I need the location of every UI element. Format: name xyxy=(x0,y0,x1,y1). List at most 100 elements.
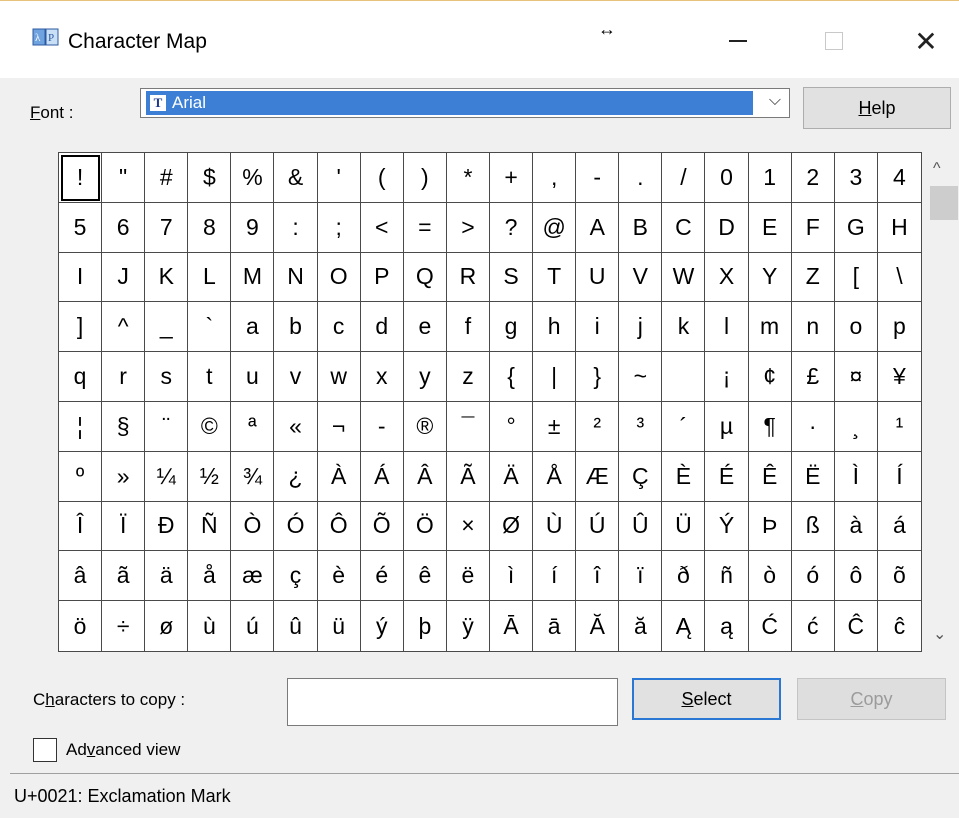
character-cell[interactable]: * xyxy=(446,153,490,203)
character-cell[interactable]: ½ xyxy=(188,451,232,502)
character-cell[interactable]: é xyxy=(360,551,404,602)
character-cell[interactable]: . xyxy=(619,153,663,203)
grid-scrollbar[interactable] xyxy=(929,152,959,652)
character-cell[interactable]: P xyxy=(360,252,404,303)
character-cell[interactable]: ß xyxy=(791,501,835,552)
character-cell[interactable]: « xyxy=(274,401,318,452)
character-cell[interactable]: > xyxy=(446,202,490,253)
character-cell[interactable]: \ xyxy=(877,253,921,303)
character-cell[interactable]: ¶ xyxy=(748,401,792,452)
character-cell[interactable]: N xyxy=(274,252,318,303)
character-cell[interactable]: ¦ xyxy=(59,401,103,452)
close-button[interactable]: ✕ xyxy=(896,19,956,63)
advanced-view-label[interactable]: Advanced view xyxy=(66,740,180,760)
character-cell[interactable]: k xyxy=(662,302,706,353)
character-cell[interactable]: m xyxy=(748,302,792,353)
character-cell[interactable]: ă xyxy=(619,601,663,651)
character-cell[interactable]: ý xyxy=(361,601,404,651)
character-cell[interactable]: + xyxy=(489,153,534,203)
character-cell[interactable]: x xyxy=(360,352,404,402)
character-cell[interactable]: þ xyxy=(404,601,447,651)
character-cell[interactable]: Ú xyxy=(576,501,620,552)
character-cell[interactable]: 2 xyxy=(791,153,835,203)
character-cell[interactable]: ? xyxy=(489,202,534,253)
character-cell[interactable]: è xyxy=(317,551,361,602)
character-cell[interactable]: È xyxy=(662,451,706,502)
character-cell[interactable]: ¼ xyxy=(145,451,189,502)
title-bar[interactable]: λ P Character Map ↔ ✕ xyxy=(0,0,959,78)
character-cell[interactable]: X xyxy=(705,252,749,303)
character-cell[interactable]: A xyxy=(576,202,620,253)
character-cell[interactable]: ³ xyxy=(619,401,663,452)
character-cell[interactable]: Á xyxy=(360,451,404,502)
character-cell[interactable]: ¹ xyxy=(877,402,921,452)
character-cell[interactable]: Ù xyxy=(533,501,577,552)
font-dropdown[interactable]: T Arial ⌵ xyxy=(140,88,790,118)
character-cell[interactable]: & xyxy=(274,153,318,203)
character-cell[interactable]: C xyxy=(662,202,706,253)
character-cell[interactable]: ¬ xyxy=(317,401,361,452)
character-cell[interactable]: Â xyxy=(403,451,447,502)
character-cell[interactable]: ² xyxy=(576,401,620,452)
character-cell[interactable]: 5 xyxy=(59,202,103,253)
character-cell[interactable]: Ð xyxy=(145,501,189,552)
character-cell[interactable]: ê xyxy=(403,551,447,602)
character-cell[interactable]: Ü xyxy=(662,501,706,552)
maximize-button[interactable] xyxy=(804,19,864,63)
character-cell[interactable]: l xyxy=(705,302,749,353)
character-cell[interactable]: ® xyxy=(403,401,447,452)
character-cell[interactable]: : xyxy=(274,202,318,253)
character-cell[interactable]: ć xyxy=(792,601,835,651)
character-cell[interactable]: î xyxy=(576,551,620,602)
character-cell[interactable]: § xyxy=(102,401,146,452)
character-cell[interactable]: Õ xyxy=(360,501,404,552)
character-cell[interactable]: Y xyxy=(748,252,792,303)
character-cell[interactable]: Ì xyxy=(834,451,878,502)
character-cell[interactable]: ë xyxy=(446,551,490,602)
character-cell[interactable] xyxy=(662,352,706,402)
character-cell[interactable]: Ê xyxy=(748,451,792,502)
character-cell[interactable]: I xyxy=(59,252,103,303)
character-cell[interactable]: v xyxy=(274,352,318,402)
character-cell[interactable]: · xyxy=(791,401,835,452)
character-cell[interactable]: ü xyxy=(318,601,361,651)
character-cell[interactable]: - xyxy=(360,401,404,452)
character-cell[interactable]: | xyxy=(533,352,577,402)
character-cell[interactable]: ï xyxy=(619,551,663,602)
character-cell[interactable]: ± xyxy=(533,401,577,452)
character-cell[interactable]: å xyxy=(188,551,232,602)
character-cell[interactable]: ' xyxy=(317,153,361,203)
character-cell[interactable]: Ç xyxy=(619,451,663,502)
character-cell[interactable]: O xyxy=(317,252,361,303)
character-cell[interactable]: á xyxy=(877,502,921,552)
character-cell[interactable]: z xyxy=(446,352,490,402)
character-cell[interactable]: - xyxy=(576,153,620,203)
character-cell[interactable]: ä xyxy=(145,551,189,602)
character-cell[interactable]: Ñ xyxy=(188,501,232,552)
character-cell[interactable]: ą xyxy=(705,601,749,651)
character-cell[interactable]: Ă xyxy=(576,601,620,651)
character-cell[interactable]: Ã xyxy=(446,451,490,502)
character-cell[interactable]: ¨ xyxy=(145,401,189,452)
character-cell[interactable]: ÿ xyxy=(447,601,490,651)
character-cell[interactable]: É xyxy=(705,451,749,502)
character-cell[interactable]: Í xyxy=(877,452,921,502)
character-cell[interactable]: ö xyxy=(59,601,103,651)
character-cell[interactable]: L xyxy=(188,252,232,303)
scroll-down-icon[interactable]: ⌄ xyxy=(933,624,946,644)
character-cell[interactable]: À xyxy=(317,451,361,502)
character-cell[interactable]: 1 xyxy=(748,153,792,203)
character-cell[interactable]: s xyxy=(145,352,189,402)
character-cell[interactable]: ¤ xyxy=(834,352,878,402)
character-cell[interactable]: ì xyxy=(489,551,534,602)
character-cell[interactable]: / xyxy=(662,153,706,203)
character-cell[interactable]: J xyxy=(102,252,146,303)
character-cell[interactable]: Î xyxy=(59,501,103,552)
character-cell[interactable]: ! xyxy=(59,153,103,203)
character-cell[interactable]: × xyxy=(446,501,490,552)
character-cell[interactable]: Z xyxy=(791,252,835,303)
character-cell[interactable]: ; xyxy=(317,202,361,253)
character-cell[interactable]: D xyxy=(705,202,749,253)
character-cell[interactable]: t xyxy=(188,352,232,402)
character-cell[interactable]: " xyxy=(102,153,146,203)
